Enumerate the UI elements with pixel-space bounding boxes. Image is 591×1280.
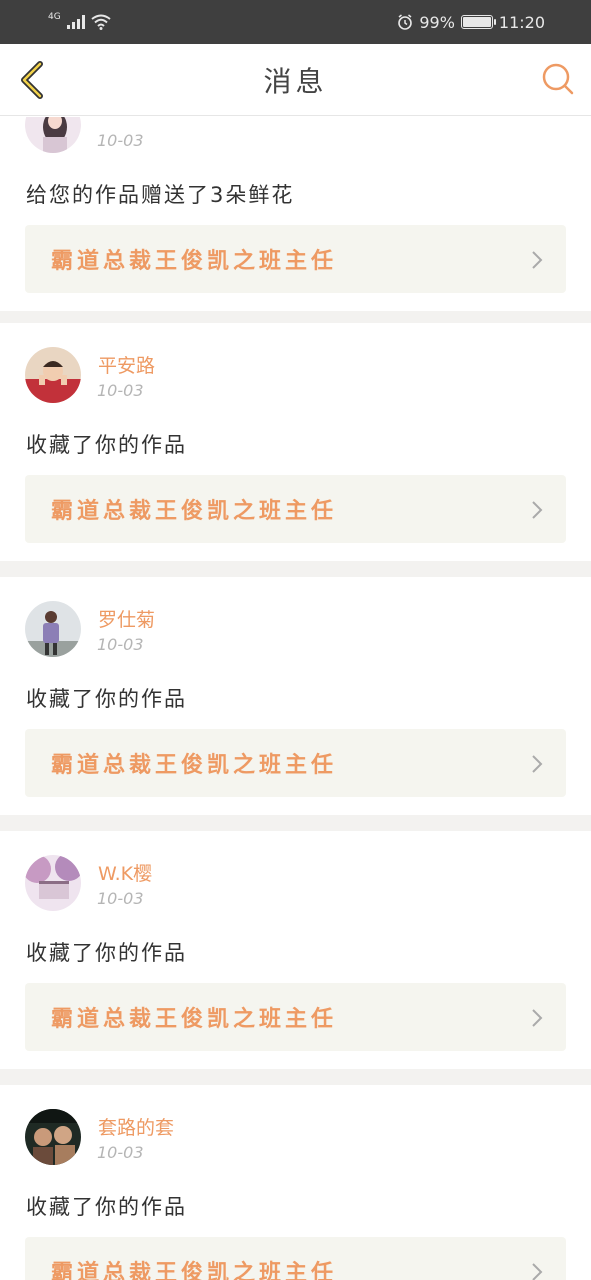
search-icon — [542, 63, 574, 95]
message-action: 收藏了你的作品 — [26, 1195, 187, 1219]
user-name[interactable]: 罗仕菊 — [98, 605, 155, 632]
message-date: 10-03 — [97, 889, 144, 908]
network-type: 4G — [48, 12, 61, 22]
alarm-icon — [398, 14, 413, 30]
page-title: 消息 — [263, 64, 328, 98]
message-date: 10-03 — [97, 1143, 144, 1162]
avatar[interactable] — [25, 601, 81, 657]
message-date: 10-03 — [97, 131, 144, 150]
message-action: 收藏了你的作品 — [26, 941, 187, 965]
chevron-right-icon — [532, 755, 543, 773]
work-title: 霸道总裁王俊凯之班主任 — [51, 249, 338, 274]
avatar[interactable] — [25, 347, 81, 403]
avatar[interactable] — [25, 855, 81, 911]
status-bar: 4G 99% 11:20 — [0, 0, 591, 44]
message-date: 10-03 — [97, 635, 144, 654]
work-link[interactable]: 霸道总裁王俊凯之班主任 — [25, 475, 566, 543]
work-link[interactable]: 霸道总裁王俊凯之班主任 — [25, 1237, 566, 1280]
message-card: 罗仕菊 10-03 收藏了你的作品 霸道总裁王俊凯之班主任 — [0, 577, 591, 815]
message-card: 套路的套 10-03 收藏了你的作品 霸道总裁王俊凯之班主任 — [0, 1085, 591, 1280]
wifi-icon — [91, 14, 111, 30]
search-button[interactable] — [541, 62, 575, 96]
work-title: 霸道总裁王俊凯之班主任 — [51, 1261, 338, 1280]
message-action: 给您的作品赠送了3朵鲜花 — [26, 183, 295, 207]
message-action: 收藏了你的作品 — [26, 433, 187, 457]
chevron-right-icon — [532, 1009, 543, 1027]
avatar[interactable] — [25, 117, 81, 153]
message-card: W.K樱 10-03 收藏了你的作品 霸道总裁王俊凯之班主任 — [0, 831, 591, 1069]
signal-icon — [66, 15, 85, 29]
chevron-left-icon — [21, 61, 43, 99]
work-link[interactable]: 霸道总裁王俊凯之班主任 — [25, 729, 566, 797]
user-name[interactable]: W.K樱 — [98, 859, 152, 886]
work-link[interactable]: 霸道总裁王俊凯之班主任 — [25, 983, 566, 1051]
message-card: 10-03 给您的作品赠送了3朵鲜花 霸道总裁王俊凯之班主任 — [0, 117, 591, 311]
back-button[interactable] — [16, 60, 48, 100]
message-action: 收藏了你的作品 — [26, 687, 187, 711]
battery-icon — [460, 15, 496, 29]
chevron-right-icon — [532, 1263, 543, 1280]
message-list[interactable]: 10-03 给您的作品赠送了3朵鲜花 霸道总裁王俊凯之班主任 平安路 10-03… — [0, 117, 591, 1280]
user-name[interactable]: 套路的套 — [98, 1113, 174, 1140]
work-link[interactable]: 霸道总裁王俊凯之班主任 — [25, 225, 566, 293]
avatar[interactable] — [25, 1109, 81, 1165]
status-left: 4G — [48, 12, 111, 30]
clock-time: 11:20 — [498, 12, 545, 32]
status-right: 99% 11:20 — [397, 13, 545, 32]
chevron-right-icon — [532, 501, 543, 519]
work-title: 霸道总裁王俊凯之班主任 — [51, 499, 338, 524]
chevron-right-icon — [532, 251, 543, 269]
work-title: 霸道总裁王俊凯之班主任 — [51, 1007, 338, 1032]
battery-percent: 99% — [419, 12, 455, 32]
header: 消息 — [0, 44, 591, 116]
work-title: 霸道总裁王俊凯之班主任 — [51, 753, 338, 778]
message-card: 平安路 10-03 收藏了你的作品 霸道总裁王俊凯之班主任 — [0, 323, 591, 561]
user-name[interactable]: 平安路 — [98, 351, 155, 378]
message-date: 10-03 — [97, 381, 144, 400]
